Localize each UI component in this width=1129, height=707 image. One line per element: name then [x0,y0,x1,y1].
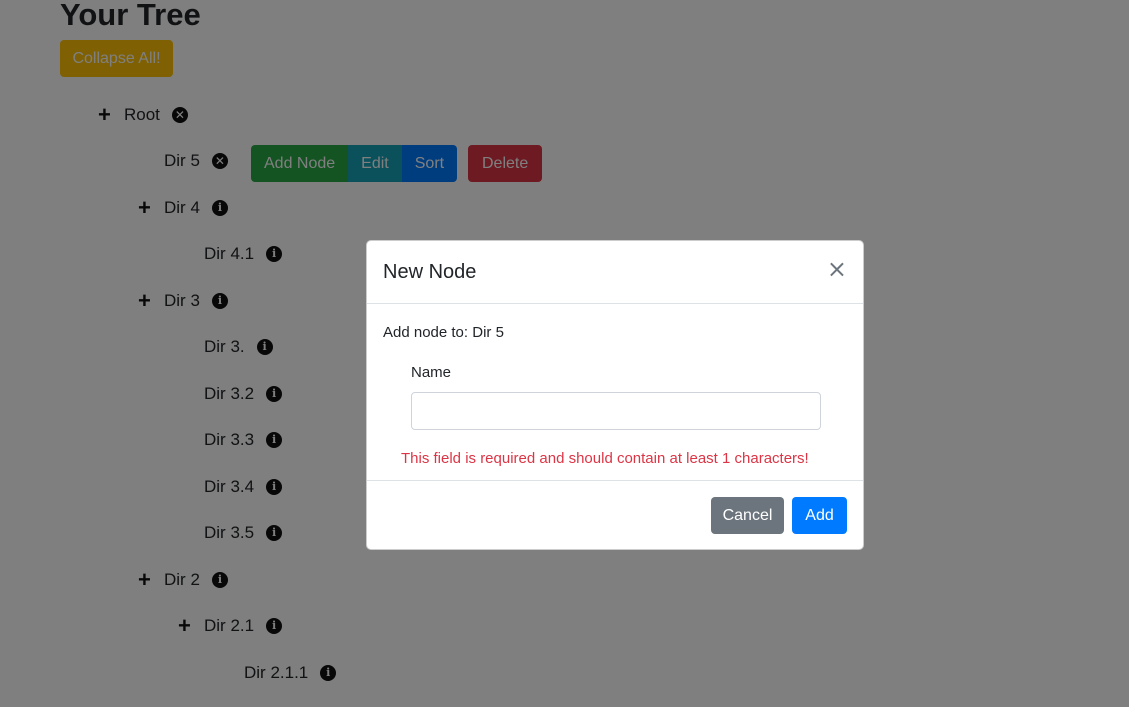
validation-error-text: This field is required and should contai… [401,450,809,467]
modal-title: New Node [383,261,477,283]
name-field-label: Name [411,364,452,381]
modal-header: New Node × [367,241,863,304]
tree-page: Your Tree Collapse All! + Root ✕ Dir 5 ✕… [0,0,1129,707]
cancel-button[interactable]: Cancel [711,497,784,534]
close-icon[interactable]: × [827,257,847,281]
new-node-modal: New Node × Add node to: Dir 5 Name This … [366,240,864,550]
modal-body: Add node to: Dir 5 Name This field is re… [367,304,863,481]
add-node-target-text: Add node to: Dir 5 [383,324,504,341]
name-input[interactable] [411,392,821,430]
add-button[interactable]: Add [792,497,847,534]
modal-footer: Cancel Add [367,481,863,551]
